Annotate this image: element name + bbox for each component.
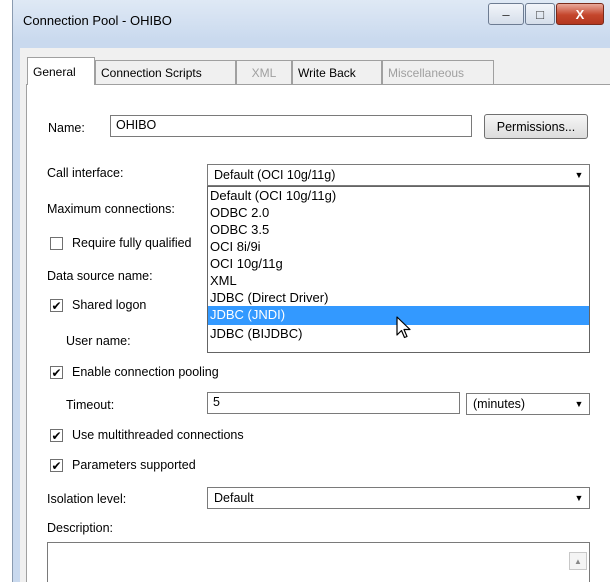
- permissions-button[interactable]: Permissions...: [484, 114, 588, 139]
- enable-pooling-label: Enable connection pooling: [72, 365, 219, 379]
- minimize-icon: –: [502, 6, 510, 22]
- check-mark-icon: ✔: [51, 458, 62, 473]
- tab-label: Miscellaneous: [388, 65, 465, 80]
- tab-miscellaneous[interactable]: Miscellaneous: [382, 60, 494, 84]
- dropdown-option[interactable]: OCI 10g/11g: [208, 255, 589, 272]
- tab-label: XML: [251, 65, 277, 80]
- require-fully-qualified-checkbox[interactable]: [50, 237, 63, 250]
- user-name-label: User name:: [66, 334, 131, 348]
- dropdown-option[interactable]: ODBC 3.5: [208, 221, 589, 238]
- minimize-button[interactable]: –: [488, 3, 524, 25]
- mouse-cursor-icon: [396, 316, 411, 339]
- tab-xml[interactable]: XML: [236, 60, 292, 84]
- multithreaded-label: Use multithreaded connections: [72, 428, 244, 442]
- parameters-supported-label: Parameters supported: [72, 458, 196, 472]
- multithreaded-checkbox[interactable]: ✔: [50, 429, 63, 442]
- check-mark-icon: ✔: [51, 428, 62, 443]
- parameters-supported-checkbox[interactable]: ✔: [50, 459, 63, 472]
- max-connections-label: Maximum connections:: [47, 202, 175, 216]
- shared-logon-label: Shared logon: [72, 298, 147, 312]
- window-title: Connection Pool - OHIBO: [23, 13, 172, 28]
- dropdown-option[interactable]: OCI 8i/9i: [208, 238, 589, 255]
- shared-logon-checkbox[interactable]: ✔: [50, 299, 63, 312]
- timeout-unit-select[interactable]: (minutes) ▼: [466, 393, 590, 415]
- description-label: Description:: [47, 521, 113, 535]
- scroll-up-icon[interactable]: ▲: [569, 552, 587, 570]
- maximize-button[interactable]: □: [525, 3, 555, 25]
- tab-label: Write Back: [298, 65, 356, 80]
- dropdown-option[interactable]: Default (OCI 10g/11g): [208, 187, 589, 204]
- name-label: Name:: [48, 121, 85, 135]
- description-textarea[interactable]: ▲: [47, 542, 590, 582]
- dropdown-option[interactable]: JDBC (Direct Driver): [208, 289, 589, 306]
- tab-connection-scripts[interactable]: Connection Scripts: [95, 60, 236, 84]
- tab-general[interactable]: General: [27, 57, 95, 85]
- timeout-label: Timeout:: [66, 398, 115, 412]
- chevron-down-icon[interactable]: ▼: [570, 489, 588, 507]
- data-source-name-label: Data source name:: [47, 269, 153, 283]
- check-mark-icon: ✔: [51, 298, 62, 313]
- chevron-down-icon[interactable]: ▼: [570, 395, 588, 413]
- close-icon: X: [575, 6, 585, 22]
- call-interface-label: Call interface:: [47, 166, 124, 180]
- check-mark-icon: ✔: [51, 365, 62, 380]
- require-fully-qualified-label: Require fully qualified: [72, 236, 192, 250]
- maximize-icon: □: [536, 6, 544, 22]
- dropdown-option[interactable]: ODBC 2.0: [208, 204, 589, 221]
- isolation-level-select[interactable]: Default ▼: [207, 487, 590, 509]
- isolation-level-label: Isolation level:: [47, 492, 127, 506]
- enable-pooling-checkbox[interactable]: ✔: [50, 366, 63, 379]
- tab-label: Connection Scripts: [101, 65, 202, 80]
- name-input[interactable]: OHIBO: [110, 115, 472, 137]
- timeout-input[interactable]: 5: [207, 392, 460, 414]
- call-interface-value: Default (OCI 10g/11g): [214, 168, 336, 182]
- call-interface-select[interactable]: Default (OCI 10g/11g) ▼: [207, 164, 590, 186]
- tab-label: General: [33, 64, 76, 79]
- chevron-down-icon[interactable]: ▼: [570, 166, 588, 184]
- dropdown-option[interactable]: XML: [208, 272, 589, 289]
- tab-write-back[interactable]: Write Back: [292, 60, 382, 84]
- isolation-level-value: Default: [214, 491, 254, 505]
- close-button[interactable]: X: [556, 3, 604, 25]
- timeout-unit-value: (minutes): [473, 397, 526, 411]
